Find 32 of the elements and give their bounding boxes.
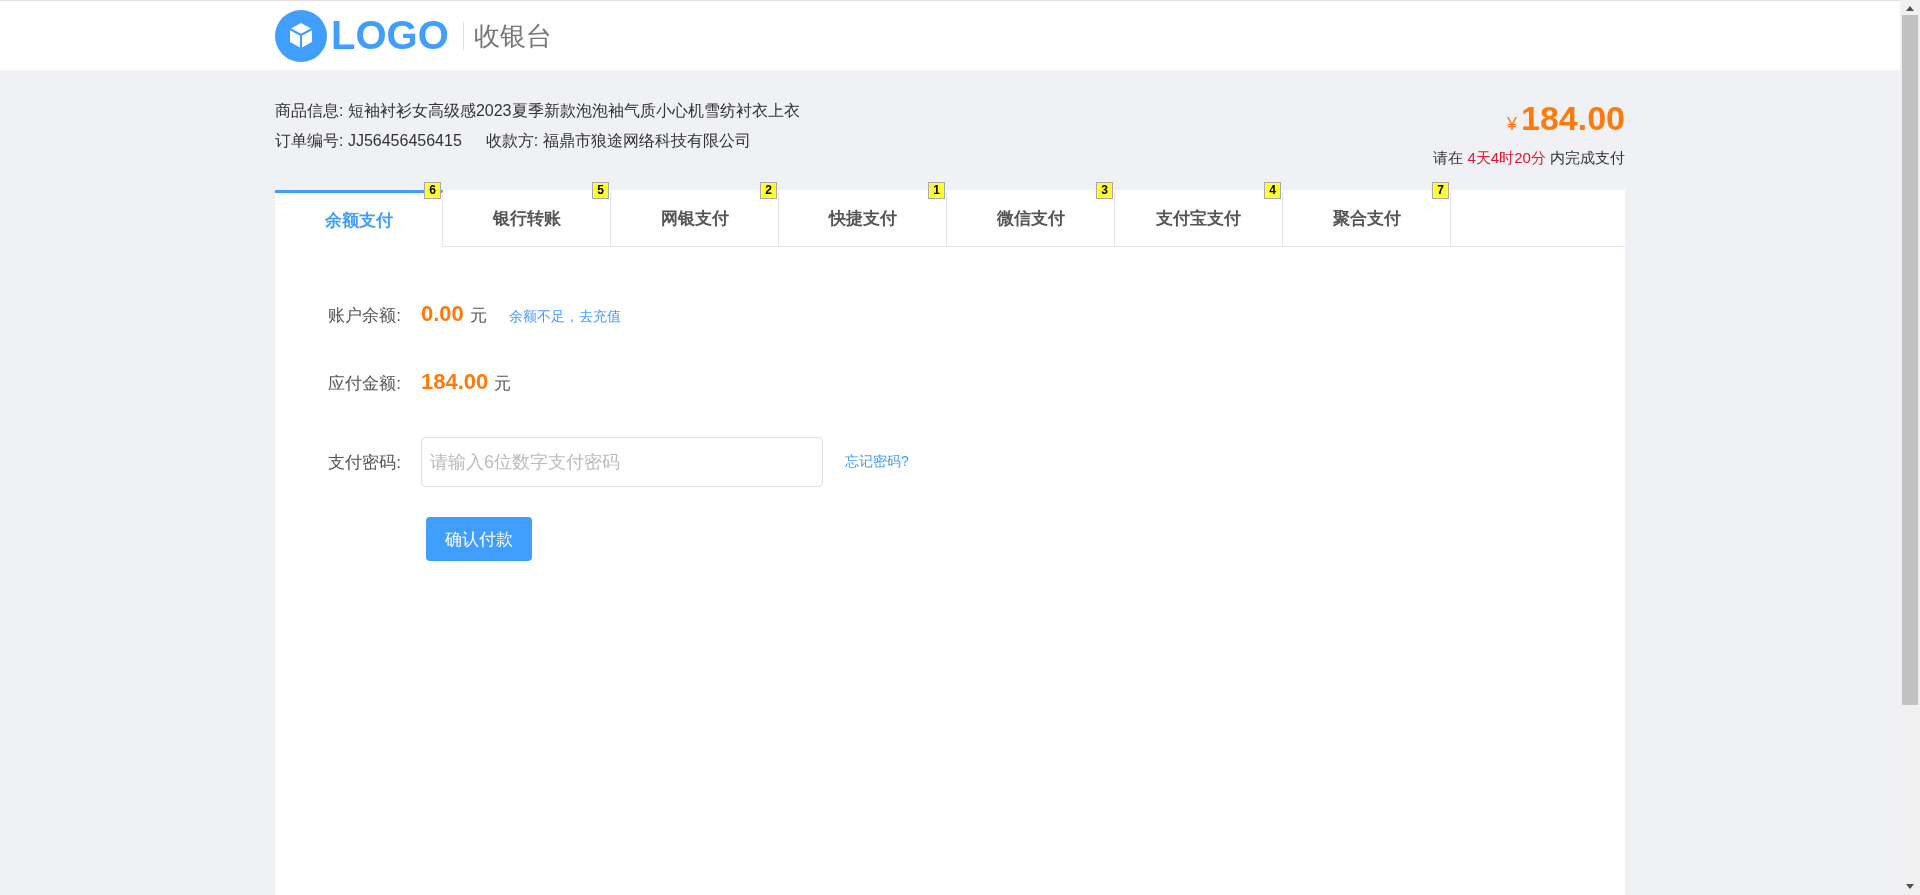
- total-amount: 184.00: [1521, 99, 1625, 137]
- order-number-label: 订单编号:: [275, 132, 344, 149]
- number-badge: 4: [1264, 182, 1281, 199]
- order-number: JJ56456456415: [347, 132, 462, 149]
- page-title: 收银台: [462, 21, 552, 50]
- number-badge: 6: [424, 182, 441, 199]
- number-badge: 3: [1096, 182, 1113, 199]
- deadline-suffix: 内完成支付: [1550, 149, 1625, 166]
- number-badge: 1: [928, 182, 945, 199]
- deadline-time: 4天4时20分: [1467, 149, 1546, 166]
- deadline-prefix: 请在: [1433, 149, 1464, 166]
- balance-label: 账户余额:: [327, 305, 401, 327]
- scrollbar-thumb[interactable]: [1902, 15, 1918, 705]
- currency-symbol: ¥: [1507, 114, 1517, 134]
- product-label: 商品信息:: [275, 102, 344, 119]
- product-name: 短袖衬衫女高级感2023夏季新款泡泡袖气质小心机雪纺衬衣上衣: [347, 102, 800, 119]
- payee-label: 收款方:: [485, 132, 539, 149]
- balance-unit: 元: [469, 305, 487, 327]
- number-badge: 2: [760, 182, 777, 199]
- scrollbar[interactable]: [1900, 0, 1920, 895]
- logo-text: LOGO: [331, 13, 449, 58]
- payee-name: 福鼎市狼途网络科技有限公司: [542, 132, 751, 149]
- cube-logo-icon: [275, 9, 327, 62]
- due-unit: 元: [494, 373, 512, 395]
- password-field[interactable]: 请输入6位数字支付密码: [421, 437, 823, 487]
- due-amount: 184.00: [421, 369, 489, 395]
- number-badge: 7: [1432, 182, 1449, 199]
- balance-amount: 0.00: [421, 301, 464, 327]
- number-badge: 5: [592, 182, 609, 199]
- scroll-down-icon[interactable]: [1906, 884, 1914, 889]
- password-label: 支付密码:: [327, 451, 401, 474]
- due-label: 应付金额:: [327, 373, 401, 395]
